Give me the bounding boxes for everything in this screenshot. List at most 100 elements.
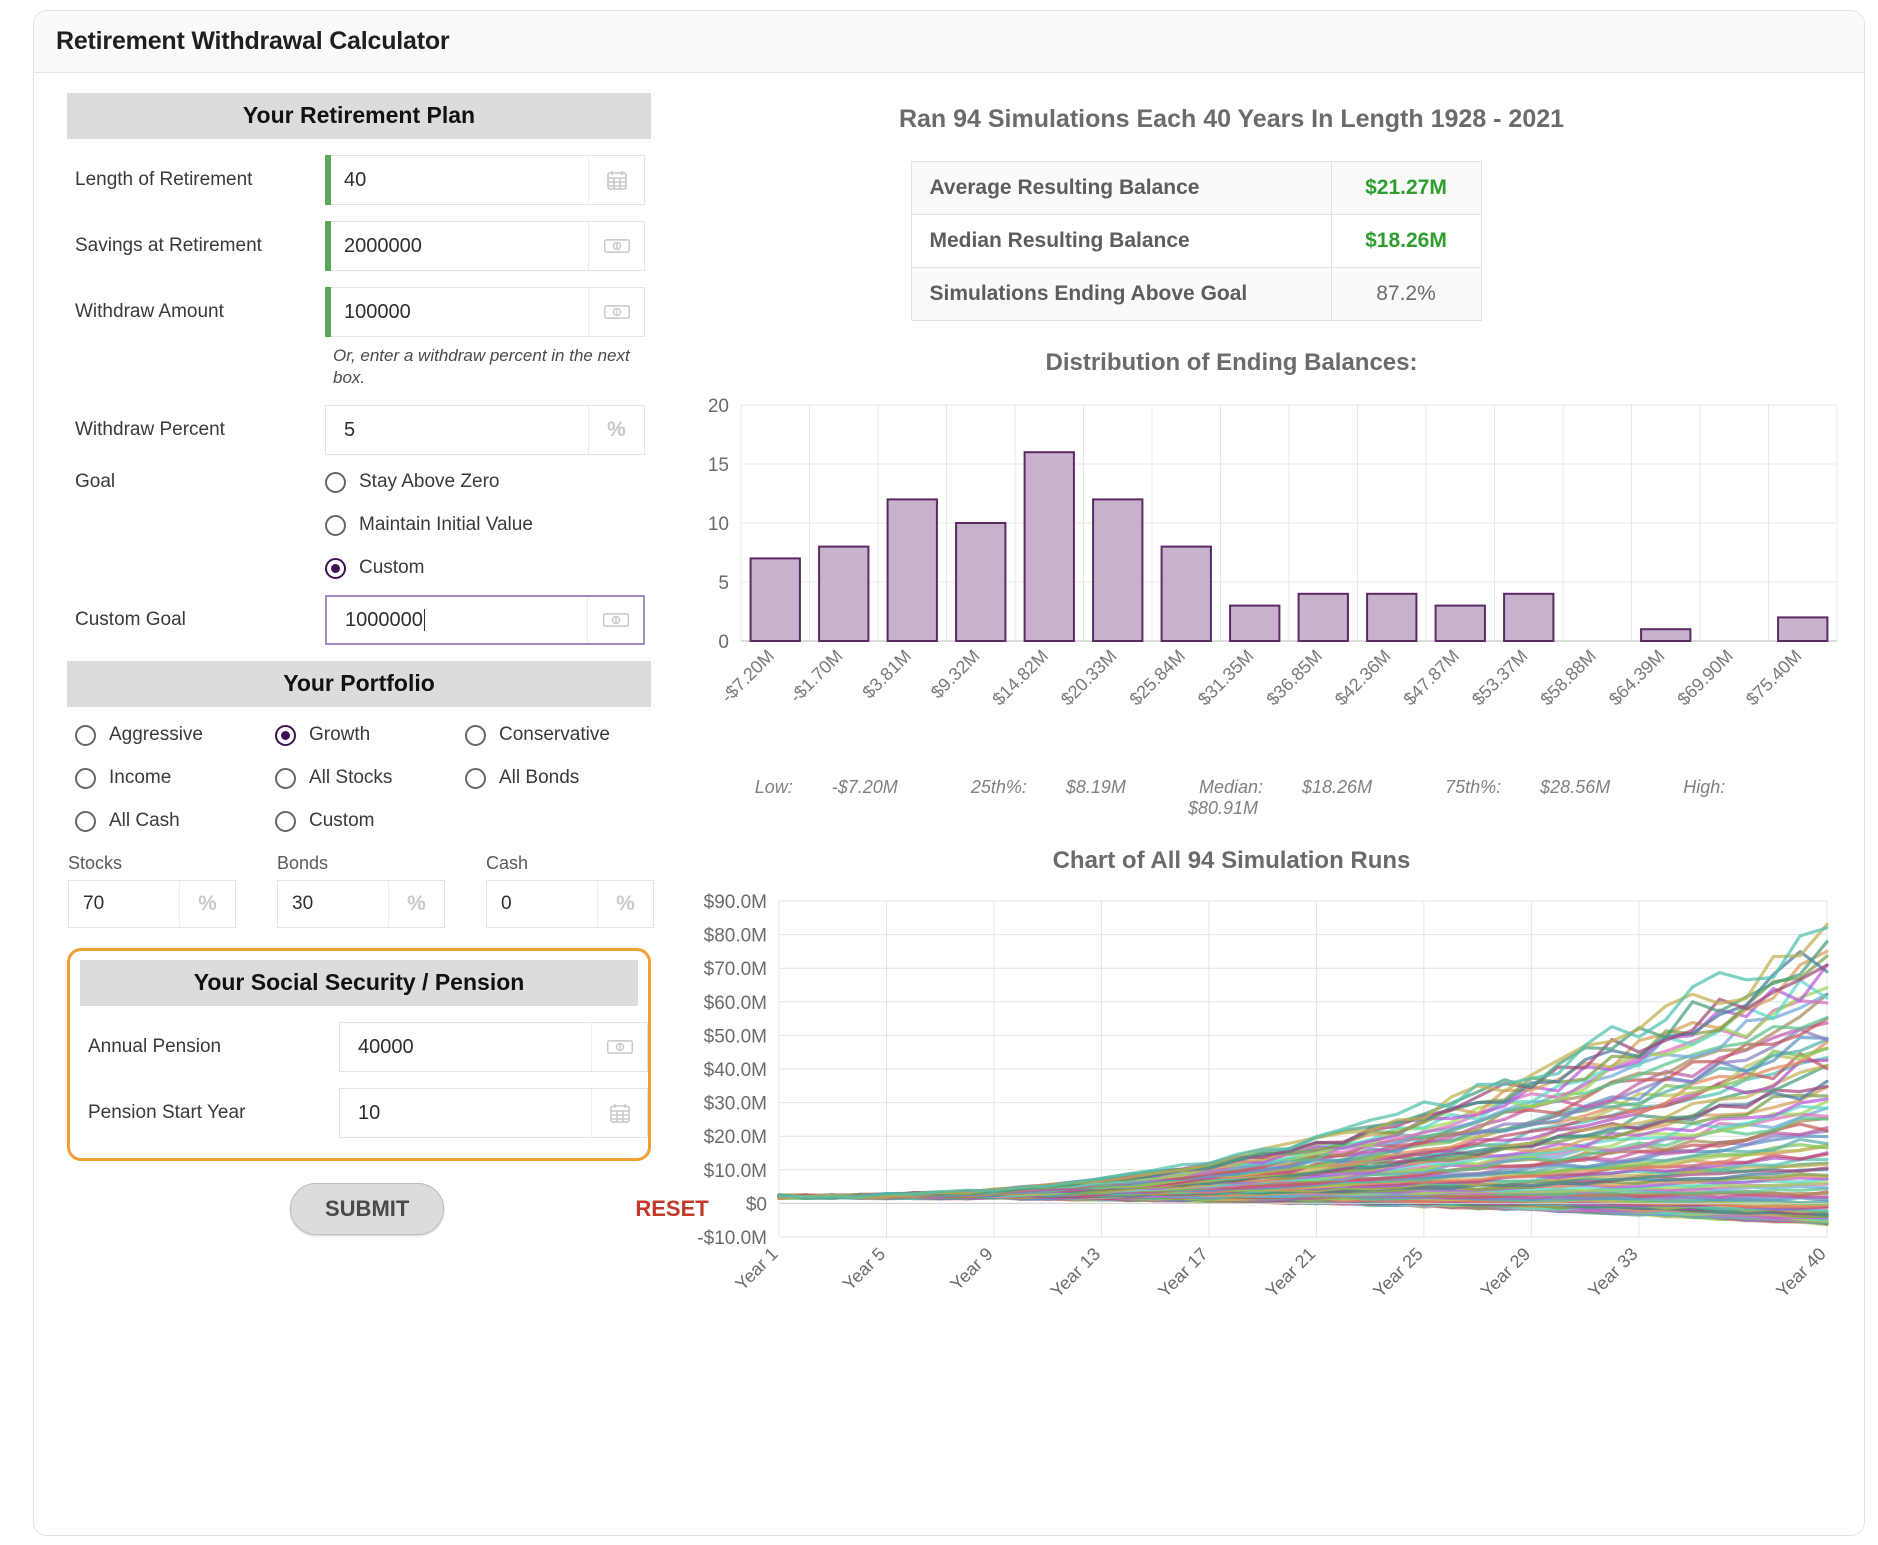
pension-start-year-value: 10 bbox=[358, 1101, 381, 1124]
portfolio-option-label: Income bbox=[109, 767, 172, 789]
bonds-label: Bonds bbox=[277, 853, 329, 874]
annual-pension-input[interactable]: 40000 bbox=[339, 1022, 648, 1073]
goal-option-label: Maintain Initial Value bbox=[359, 514, 533, 536]
portfolio-banner: Your Portfolio bbox=[67, 661, 651, 708]
calendar-icon bbox=[588, 156, 644, 204]
pension-start-year-input[interactable]: 10 bbox=[339, 1088, 648, 1139]
svg-text:$0: $0 bbox=[746, 1194, 767, 1215]
table-row: Average Resulting Balance $21.27M bbox=[910, 161, 1482, 215]
svg-text:15: 15 bbox=[708, 455, 729, 476]
simulation-runs-chart: -$10.0M $0 $10.0M $20.0M $30.0M $40.0M $50.0M $… bbox=[659, 889, 1864, 1319]
table-row: Median Resulting Balance $18.26M bbox=[910, 214, 1482, 268]
stat-low: Low: -$7.20M bbox=[754, 777, 898, 797]
results-table: Average Resulting Balance $21.27M Median… bbox=[910, 161, 1482, 321]
goal-option-label: Stay Above Zero bbox=[359, 471, 500, 493]
svg-text:Year 29: Year 29 bbox=[1477, 1244, 1535, 1302]
svg-text:$3.81M: $3.81M bbox=[858, 646, 915, 703]
withdraw-hint-text: Or, enter a withdraw percent in the next… bbox=[333, 346, 630, 388]
annual-pension-row: Annual Pension 40000 bbox=[80, 1022, 648, 1073]
radio-selected-icon bbox=[275, 724, 296, 746]
custom-goal-input[interactable]: 1000000 bbox=[325, 595, 645, 646]
pension-banner: Your Social Security / Pension bbox=[80, 960, 638, 1007]
radio-icon bbox=[275, 767, 296, 789]
cash-label: Cash bbox=[486, 853, 529, 874]
svg-text:$50.0M: $50.0M bbox=[704, 1026, 767, 1047]
portfolio-option-all-stocks[interactable]: All Stocks bbox=[275, 767, 465, 789]
goal-option-custom[interactable]: Custom bbox=[325, 557, 533, 579]
portfolio-option-all-cash[interactable]: All Cash bbox=[75, 810, 275, 832]
svg-text:$42.36M: $42.36M bbox=[1331, 646, 1395, 710]
svg-text:-$1.70M: -$1.70M bbox=[786, 646, 847, 707]
money-bill-icon bbox=[588, 222, 644, 270]
length-of-retirement-row: Length of Retirement 40 bbox=[67, 155, 659, 205]
portfolio-option-income[interactable]: Income bbox=[75, 767, 275, 789]
page-title: Retirement Withdrawal Calculator bbox=[56, 27, 450, 55]
withdraw-amount-input[interactable]: 100000 bbox=[325, 287, 645, 337]
svg-text:$20.0M: $20.0M bbox=[704, 1127, 767, 1148]
svg-text:$14.82M: $14.82M bbox=[988, 646, 1052, 710]
bonds-input[interactable]: 30 % bbox=[277, 880, 445, 929]
withdraw-amount-row: Withdraw Amount 100000 bbox=[67, 287, 659, 337]
goal-label: Goal bbox=[75, 471, 116, 493]
svg-text:$64.39M: $64.39M bbox=[1605, 646, 1669, 710]
portfolio-option-aggressive[interactable]: Aggressive bbox=[75, 724, 275, 746]
svg-text:0: 0 bbox=[718, 632, 729, 653]
length-of-retirement-input[interactable]: 40 bbox=[325, 155, 645, 205]
annual-pension-label: Annual Pension bbox=[88, 1036, 222, 1058]
goal-option-maintain-initial-value[interactable]: Maintain Initial Value bbox=[325, 514, 533, 536]
svg-text:Year 13: Year 13 bbox=[1047, 1244, 1105, 1302]
cash-value: 0 bbox=[501, 893, 512, 915]
svg-text:-$7.20M: -$7.20M bbox=[717, 646, 778, 707]
radio-icon bbox=[465, 767, 486, 789]
svg-text:$36.85M: $36.85M bbox=[1262, 646, 1326, 710]
action-buttons: SUBMIT RESET bbox=[290, 1183, 709, 1236]
svg-text:$31.35M: $31.35M bbox=[1194, 646, 1258, 710]
svg-text:$75.40M: $75.40M bbox=[1742, 646, 1806, 710]
withdraw-percent-value: 5 bbox=[344, 418, 356, 441]
portfolio-option-label: Conservative bbox=[499, 724, 610, 746]
histogram-chart: 0 5 10 15 20 -$7.20M -$1.70M $3.81M $9.32M $14.82… bbox=[659, 391, 1864, 721]
simulation-chart-title: Chart of All 94 Simulation Runs bbox=[1052, 847, 1411, 874]
annual-pension-value: 40000 bbox=[358, 1035, 414, 1058]
portfolio-option-custom[interactable]: Custom bbox=[275, 810, 465, 832]
svg-text:$60.0M: $60.0M bbox=[704, 993, 767, 1014]
portfolio-option-all-bonds[interactable]: All Bonds bbox=[465, 767, 665, 789]
svg-text:Year 25: Year 25 bbox=[1369, 1244, 1427, 1302]
svg-text:$25.84M: $25.84M bbox=[1125, 646, 1189, 710]
length-of-retirement-value: 40 bbox=[344, 168, 367, 191]
withdraw-percent-input[interactable]: 5 % bbox=[325, 405, 645, 456]
portfolio-option-growth[interactable]: Growth bbox=[275, 724, 465, 746]
money-bill-icon bbox=[588, 288, 644, 336]
svg-text:$53.37M: $53.37M bbox=[1468, 646, 1532, 710]
svg-text:20: 20 bbox=[708, 396, 729, 417]
svg-text:$20.33M: $20.33M bbox=[1057, 646, 1121, 710]
radio-icon bbox=[325, 514, 346, 536]
custom-goal-label: Custom Goal bbox=[75, 609, 186, 631]
savings-input[interactable]: 2000000 bbox=[325, 221, 645, 271]
svg-text:$40.0M: $40.0M bbox=[704, 1060, 767, 1081]
portfolio-option-label: All Stocks bbox=[309, 767, 393, 789]
pension-section: Your Social Security / Pension Annual Pe… bbox=[67, 948, 651, 1162]
stocks-label: Stocks bbox=[68, 853, 123, 874]
withdraw-amount-label: Withdraw Amount bbox=[75, 301, 224, 322]
histogram-title: Distribution of Ending Balances: bbox=[1045, 349, 1418, 376]
savings-row: Savings at Retirement 2000000 bbox=[67, 221, 659, 271]
stocks-input[interactable]: 70 % bbox=[68, 880, 236, 929]
submit-button[interactable]: SUBMIT bbox=[290, 1183, 445, 1236]
cash-input[interactable]: 0 % bbox=[486, 880, 654, 929]
stat-75th: 75th%: $28.56M bbox=[1445, 777, 1611, 797]
portfolio-option-label: Growth bbox=[309, 724, 371, 746]
portfolio-option-label: Aggressive bbox=[109, 724, 203, 746]
median-balance-value: $18.26M bbox=[1330, 214, 1482, 268]
average-balance-value: $21.27M bbox=[1330, 161, 1482, 215]
stocks-allocation: Stocks 70 % bbox=[68, 853, 236, 929]
stat-median: Median: $18.26M bbox=[1198, 777, 1373, 797]
percent-symbol: % bbox=[179, 881, 235, 928]
table-row: Simulations Ending Above Goal 87.2% bbox=[910, 267, 1482, 321]
stocks-value: 70 bbox=[83, 893, 105, 915]
portfolio-option-label: All Cash bbox=[109, 810, 180, 832]
goal-option-stay-above-zero[interactable]: Stay Above Zero bbox=[325, 471, 533, 493]
allocation-inputs: Stocks 70 % Bonds 30 % Cash 0 % bbox=[68, 853, 659, 929]
svg-text:10: 10 bbox=[708, 514, 729, 535]
portfolio-option-conservative[interactable]: Conservative bbox=[465, 724, 665, 746]
